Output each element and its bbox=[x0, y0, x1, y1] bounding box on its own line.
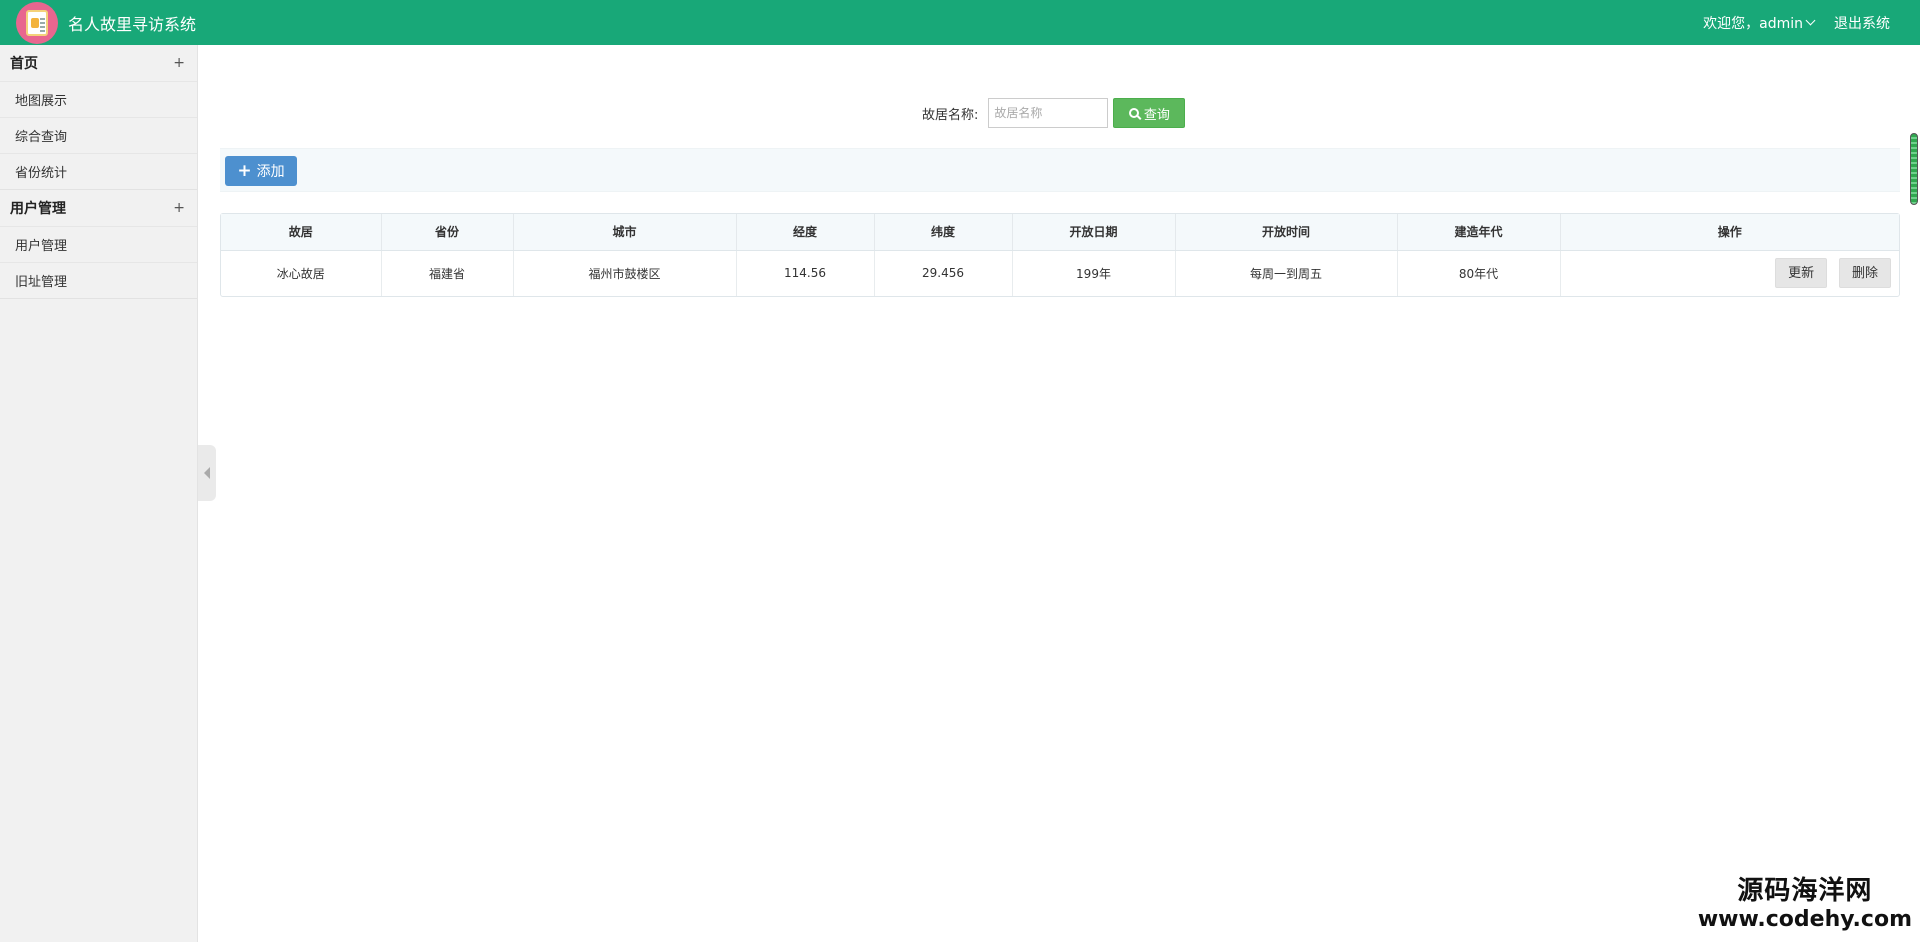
logout-link[interactable]: 退出系统 bbox=[1834, 13, 1890, 33]
chevron-left-icon bbox=[204, 467, 210, 479]
menu-group-users: 用户管理 + 用户管理 旧址管理 bbox=[0, 190, 197, 299]
delete-button[interactable]: 删除 bbox=[1838, 258, 1891, 289]
header-right: 欢迎您，admin 退出系统 bbox=[1703, 0, 1890, 45]
chevron-down-icon bbox=[1805, 15, 1816, 26]
col-built: 建造年代 bbox=[1397, 214, 1561, 251]
menu-head-label: 用户管理 bbox=[10, 201, 66, 217]
col-longitude: 经度 bbox=[736, 214, 875, 251]
search-button[interactable]: 查询 bbox=[1113, 98, 1186, 128]
menu-group-home: 首页 + 地图展示 综合查询 省份统计 bbox=[0, 45, 197, 190]
col-city: 城市 bbox=[513, 214, 737, 251]
table-header-row: 故居 省份 城市 经度 纬度 开放日期 开放时间 建造年代 操作 bbox=[221, 214, 1899, 251]
search-label: 故居名称: bbox=[922, 107, 979, 123]
cell-province: 福建省 bbox=[381, 250, 514, 296]
search-button-label: 查询 bbox=[1143, 107, 1170, 123]
watermark: 源码海洋网 www.codehy.com bbox=[1698, 870, 1912, 932]
cell-name: 冰心故居 bbox=[221, 250, 382, 296]
top-header: 名人故里寻访系统 欢迎您，admin 退出系统 bbox=[0, 0, 1920, 45]
watermark-line2: www.codehy.com bbox=[1697, 907, 1912, 932]
cell-open-time: 每周一到周五 bbox=[1175, 250, 1398, 296]
cell-open-date: 199年 bbox=[1012, 250, 1176, 296]
col-open-date: 开放日期 bbox=[1012, 214, 1176, 251]
table-row: 冰心故居 福建省 福州市鼓楼区 114.56 29.456 199年 每周一到周… bbox=[221, 250, 1899, 296]
cell-actions: 更新 删除 bbox=[1560, 250, 1899, 296]
search-icon bbox=[1128, 108, 1139, 118]
search-row: 故居名称: 查询 bbox=[922, 98, 1186, 128]
sidebar-item-province-stats[interactable]: 省份统计 bbox=[0, 153, 197, 189]
watermark-line1: 源码海洋网 bbox=[1737, 876, 1873, 906]
add-button-label: 添加 bbox=[256, 164, 285, 180]
col-name: 故居 bbox=[221, 214, 382, 251]
user-menu[interactable]: 欢迎您，admin bbox=[1703, 13, 1816, 33]
cell-longitude: 114.56 bbox=[736, 250, 875, 296]
cell-city: 福州市鼓楼区 bbox=[513, 250, 737, 296]
sidebar-item-query[interactable]: 综合查询 bbox=[0, 117, 197, 153]
col-actions: 操作 bbox=[1560, 214, 1899, 251]
menu-head-users[interactable]: 用户管理 + bbox=[0, 190, 197, 226]
col-open-time: 开放时间 bbox=[1175, 214, 1398, 251]
plus-icon: + bbox=[237, 161, 252, 181]
welcome-text: 欢迎您，admin bbox=[1703, 15, 1803, 32]
search-input[interactable] bbox=[988, 98, 1109, 128]
add-button[interactable]: + 添加 bbox=[225, 156, 297, 186]
page-scrollbar[interactable] bbox=[1910, 133, 1918, 205]
menu-head-home[interactable]: 首页 + bbox=[0, 45, 197, 81]
menu-head-label: 首页 bbox=[10, 56, 38, 72]
sidebar: 首页 + 地图展示 综合查询 省份统计 用户管理 + 用户管理 旧址管理 bbox=[0, 45, 198, 942]
plus-icon: + bbox=[173, 55, 185, 71]
sidebar-item-map[interactable]: 地图展示 bbox=[0, 81, 197, 117]
sidebar-collapse-handle[interactable] bbox=[198, 445, 216, 501]
toolbar: + 添加 bbox=[220, 148, 1900, 192]
col-province: 省份 bbox=[381, 214, 514, 251]
app-title: 名人故里寻访系统 bbox=[68, 14, 197, 34]
cell-built: 80年代 bbox=[1397, 250, 1561, 296]
sidebar-item-site-manage[interactable]: 旧址管理 bbox=[0, 262, 197, 298]
data-table: 故居 省份 城市 经度 纬度 开放日期 开放时间 建造年代 操作 冰心故居 福建… bbox=[220, 213, 1900, 297]
cell-latitude: 29.456 bbox=[874, 250, 1013, 296]
plus-icon: + bbox=[173, 200, 185, 216]
col-latitude: 纬度 bbox=[874, 214, 1013, 251]
clipboard-logo-icon bbox=[16, 1, 58, 44]
sidebar-item-user-manage[interactable]: 用户管理 bbox=[0, 226, 197, 262]
update-button[interactable]: 更新 bbox=[1775, 258, 1828, 289]
